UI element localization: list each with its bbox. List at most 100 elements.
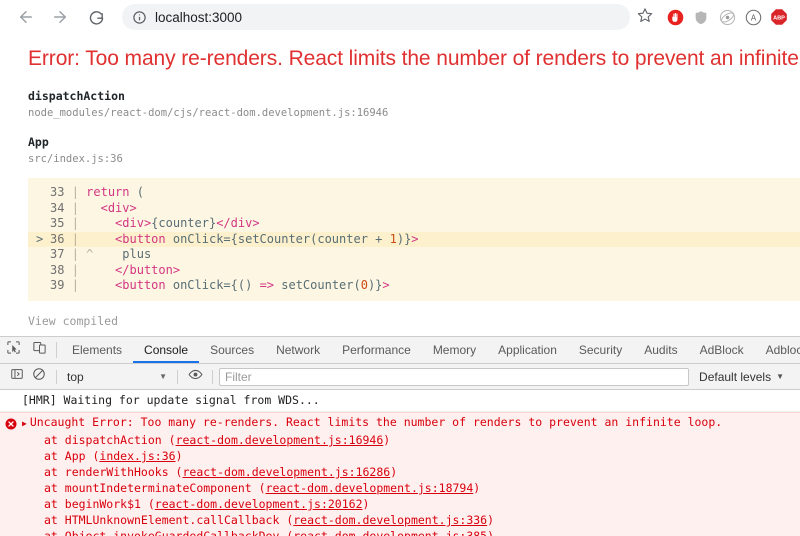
- execution-context-value: top: [67, 369, 84, 384]
- tab-console[interactable]: Console: [133, 337, 200, 363]
- stack-text: ): [487, 513, 495, 527]
- inspect-element-icon: [6, 340, 21, 360]
- error-headline: Error: Too many re-renders. React limits…: [28, 47, 800, 70]
- toolbar-divider: [56, 342, 57, 358]
- console-output[interactable]: [HMR] Waiting for update signal from WDS…: [0, 390, 800, 536]
- code-line-highlighted: >36 | <button onClick={setCounter(counte…: [28, 231, 800, 247]
- reload-button[interactable]: [82, 3, 110, 31]
- console-toolbar: top ▼ Default levels ▼: [0, 364, 800, 390]
- tab-label: Sources: [210, 343, 255, 357]
- stack-source-link[interactable]: react-dom.development.js:385: [293, 529, 487, 536]
- bookmark-button[interactable]: [632, 4, 658, 30]
- devtools-panel: Elements Console Sources Network Perform…: [0, 336, 800, 536]
- tab-label: Memory: [432, 343, 477, 357]
- tab-label: Audits: [644, 343, 678, 357]
- chevron-right-icon[interactable]: ▶: [22, 419, 27, 428]
- chevron-down-icon: ▼: [159, 372, 167, 381]
- tab-sources[interactable]: Sources: [199, 337, 265, 363]
- error-circle-icon: [5, 417, 17, 430]
- clear-console-button[interactable]: [28, 366, 50, 388]
- tab-network[interactable]: Network: [265, 337, 331, 363]
- toolbar-divider: [212, 369, 213, 384]
- device-toolbar-button[interactable]: [26, 337, 52, 363]
- stack-frame-app: App src/index.js:36: [28, 135, 800, 167]
- console-error-title: Uncaught Error: Too many re-renders. Rea…: [29, 415, 723, 429]
- forward-button[interactable]: [46, 3, 74, 31]
- address-bar[interactable]: localhost:3000: [122, 4, 630, 30]
- tab-application[interactable]: Application: [487, 337, 568, 363]
- console-stack-line: at HTMLUnknownElement.callCallback (reac…: [0, 512, 800, 528]
- arrow-right-icon: [51, 8, 69, 26]
- log-levels-value: Default levels: [699, 369, 772, 384]
- browser-toolbar: localhost:3000 A ABP: [0, 0, 800, 34]
- stack-text: at Object.invokeGuardedCallbackDev (: [44, 529, 294, 536]
- stack-text: ): [473, 481, 481, 495]
- log-levels-select[interactable]: Default levels ▼: [689, 370, 794, 384]
- stack-text: ): [175, 449, 183, 463]
- live-expression-button[interactable]: [184, 366, 206, 388]
- tab-label: Elements: [72, 343, 123, 357]
- devtools-tabbar: Elements Console Sources Network Perform…: [0, 337, 800, 364]
- execution-context-select[interactable]: top ▼: [63, 370, 171, 384]
- tab-performance[interactable]: Performance: [331, 337, 422, 363]
- stack-source-link[interactable]: react-dom.development.js:16946: [176, 433, 384, 447]
- console-stack-line: at renderWithHooks (react-dom.developmen…: [0, 464, 800, 480]
- tab-adblock-plus[interactable]: Adblock P: [755, 337, 800, 363]
- console-sidebar-button[interactable]: [6, 366, 28, 388]
- toolbar-divider: [56, 369, 57, 384]
- stack-text: ): [390, 465, 398, 479]
- console-stack-line: at App (index.js:36): [0, 448, 800, 464]
- tab-memory[interactable]: Memory: [422, 337, 487, 363]
- svg-text:A: A: [750, 13, 756, 22]
- svg-text:ABP: ABP: [773, 16, 785, 22]
- tab-security[interactable]: Security: [568, 337, 633, 363]
- console-message-error[interactable]: ▶ Uncaught Error: Too many re-renders. Re…: [0, 412, 800, 536]
- stack-text: at mountIndeterminateComponent (: [44, 481, 266, 495]
- console-filter-input[interactable]: [219, 367, 690, 386]
- stack-source-link[interactable]: react-dom.development.js:336: [293, 513, 487, 527]
- stack-text: at App (: [44, 449, 100, 463]
- stack-source-link[interactable]: index.js:36: [99, 449, 175, 463]
- extension-icons: A ABP: [662, 4, 792, 30]
- tab-audits[interactable]: Audits: [633, 337, 688, 363]
- tab-adblock[interactable]: AdBlock: [689, 337, 755, 363]
- code-line: 33 | return (: [50, 185, 144, 199]
- reload-icon: [88, 9, 105, 26]
- ublock-origin-extension-icon[interactable]: [662, 4, 688, 30]
- stack-text: at renderWithHooks (: [44, 465, 183, 479]
- back-button[interactable]: [12, 3, 40, 31]
- source-code-block: 33 | return ( 34 | <div> 35 | <div>{coun…: [28, 178, 800, 301]
- tab-elements[interactable]: Elements: [61, 337, 133, 363]
- stack-text: at HTMLUnknownElement.callCallback (: [44, 513, 294, 527]
- code-line: 38 | </button>: [50, 262, 181, 277]
- info-circle-icon[interactable]: [132, 10, 147, 25]
- stack-text: at dispatchAction (: [44, 433, 176, 447]
- inspect-element-button[interactable]: [0, 337, 26, 363]
- stack-text: at beginWork$1 (: [44, 497, 155, 511]
- tab-label: Application: [498, 343, 557, 357]
- view-compiled-link[interactable]: View compiled: [28, 314, 800, 328]
- stack-source-link[interactable]: react-dom.development.js:20162: [155, 497, 363, 511]
- adblock-plus-extension-icon[interactable]: ABP: [766, 4, 792, 30]
- stack-source-link[interactable]: react-dom.development.js:18794: [266, 481, 474, 495]
- live-expression-eye-icon: [188, 367, 203, 387]
- privacy-badger-extension-icon[interactable]: [714, 4, 740, 30]
- toolbar-divider: [177, 369, 178, 384]
- console-error-title-row[interactable]: ▶ Uncaught Error: Too many re-renders. Re…: [0, 414, 800, 432]
- code-line: 39 | <button onClick={() => setCounter(0…: [50, 278, 390, 292]
- stack-source-link[interactable]: react-dom.development.js:16286: [182, 465, 390, 479]
- tab-label: AdBlock: [699, 343, 744, 357]
- react-error-overlay: Error: Too many re-renders. React limits…: [0, 34, 800, 336]
- adblock-a-extension-icon[interactable]: A: [740, 4, 766, 30]
- stack-text: ): [487, 529, 495, 536]
- tab-label: Security: [578, 343, 623, 357]
- console-sidebar-icon: [10, 367, 24, 386]
- clear-console-icon: [32, 367, 46, 386]
- stack-frame-dispatchaction: dispatchAction node_modules/react-dom/cj…: [28, 89, 800, 121]
- console-stack-line: at mountIndeterminateComponent (react-do…: [0, 480, 800, 496]
- tab-label: Adblock P: [765, 343, 800, 357]
- address-bar-url: localhost:3000: [155, 9, 243, 25]
- device-toolbar-icon: [32, 340, 47, 360]
- stack-frame-function: App: [28, 135, 49, 149]
- shield-extension-icon[interactable]: [688, 4, 714, 30]
